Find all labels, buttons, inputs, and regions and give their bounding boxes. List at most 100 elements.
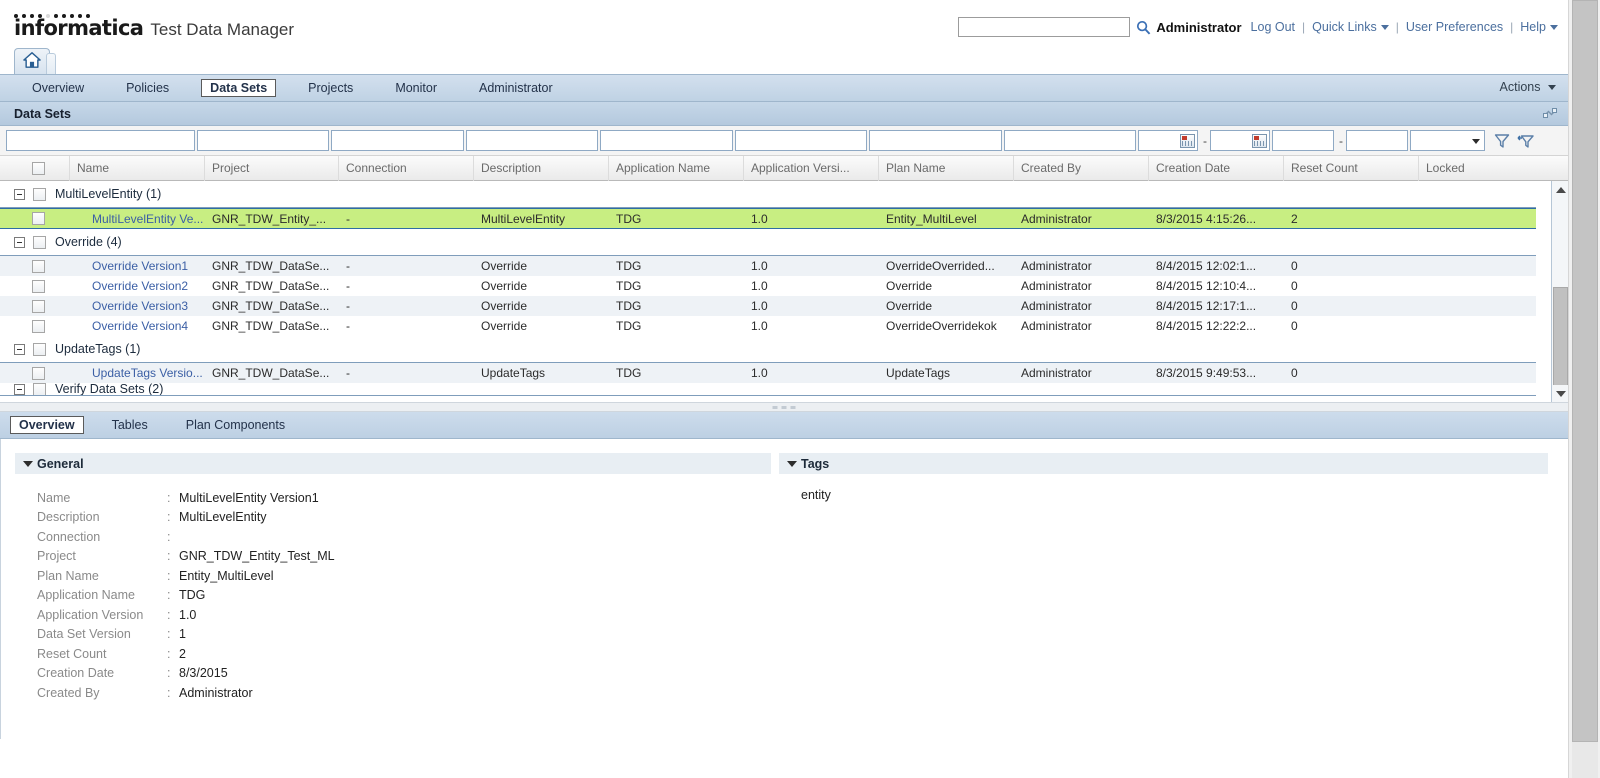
grid-vertical-scrollbar[interactable]	[1551, 181, 1568, 402]
nav-item-overview[interactable]: Overview	[22, 79, 94, 97]
group-checkbox[interactable]	[33, 342, 46, 356]
tab-overview[interactable]: Overview	[10, 416, 84, 434]
apply-filter-button[interactable]	[1491, 130, 1513, 152]
actions-menu[interactable]: Actions	[1500, 80, 1556, 94]
user-preferences-link[interactable]: User Preferences	[1406, 20, 1503, 34]
row-checkbox[interactable]	[32, 279, 45, 293]
filter-reset-count-from[interactable]	[1272, 130, 1334, 151]
data-set-link[interactable]: MultiLevelEntity Ve...	[92, 212, 203, 226]
tab-plan-components[interactable]: Plan Components	[176, 416, 295, 434]
filter-date-from[interactable]	[1138, 130, 1198, 151]
grid-group-row[interactable]: UpdateTags (1)	[0, 336, 1536, 363]
grid-group-row[interactable]: Override (4)	[0, 229, 1536, 256]
group-checkbox[interactable]	[33, 235, 46, 249]
home-tab[interactable]	[14, 48, 50, 74]
splitter-handle[interactable]	[772, 406, 796, 409]
column-header-plan_name[interactable]: Plan Name	[879, 155, 1014, 181]
tags-section-header[interactable]: Tags	[779, 453, 1548, 474]
column-header-description[interactable]: Description	[474, 155, 609, 181]
filter-date-to[interactable]	[1210, 130, 1270, 151]
nav-item-administrator[interactable]: Administrator	[469, 79, 563, 97]
table-row[interactable]: Override Version4 GNR_TDW_DataSe... - Overr…	[0, 316, 1536, 336]
data-set-link[interactable]: Override Version4	[92, 319, 188, 333]
table-row[interactable]: Override Version3 GNR_TDW_DataSe... - Overr…	[0, 296, 1536, 316]
refresh-links-icon[interactable]	[1542, 106, 1558, 125]
row-checkbox[interactable]	[32, 212, 45, 225]
row-checkbox[interactable]	[32, 299, 45, 313]
nav-item-monitor[interactable]: Monitor	[385, 79, 447, 97]
row-checkbox-cell[interactable]	[0, 259, 70, 273]
panel-splitter[interactable]	[0, 402, 1568, 412]
row-checkbox-cell[interactable]	[0, 212, 70, 225]
collapse-group-icon[interactable]	[14, 343, 25, 355]
calendar-icon[interactable]	[1180, 133, 1195, 148]
cell-app_version: 1.0	[751, 211, 768, 226]
column-header-app_version[interactable]: Application Versi...	[744, 155, 879, 181]
filter-reset-count-to[interactable]	[1346, 130, 1408, 151]
row-checkbox-cell[interactable]	[0, 299, 70, 313]
help-menu[interactable]: Help	[1520, 20, 1546, 34]
chevron-down-icon[interactable]	[1550, 24, 1558, 30]
general-section-header[interactable]: General	[15, 453, 771, 474]
collapse-group-icon[interactable]	[14, 383, 25, 395]
clear-filter-button[interactable]	[1515, 130, 1537, 152]
table-row[interactable]: UpdateTags Versio... GNR_TDW_DataSe... - Up…	[0, 363, 1536, 383]
column-header-check[interactable]	[0, 155, 70, 181]
page-scrollbar-thumb[interactable]	[1572, 0, 1598, 742]
column-header-project[interactable]: Project	[205, 155, 339, 181]
row-checkbox-cell[interactable]	[0, 319, 70, 333]
page-vertical-scrollbar[interactable]	[1568, 0, 1600, 778]
filter-app-version-input[interactable]	[735, 130, 867, 151]
row-checkbox[interactable]	[32, 259, 45, 273]
data-set-link[interactable]: UpdateTags Versio...	[92, 366, 203, 380]
chevron-down-icon[interactable]	[1380, 24, 1389, 30]
filter-plan-name-input[interactable]	[869, 130, 1002, 151]
filter-app-name-input[interactable]	[600, 130, 733, 151]
grid-group-row[interactable]: Verify Data Sets (2)	[0, 383, 1536, 396]
nav-item-policies[interactable]: Policies	[116, 79, 179, 97]
row-checkbox-cell[interactable]	[0, 279, 70, 293]
search-icon[interactable]	[1136, 20, 1151, 35]
filter-connection-input[interactable]	[331, 130, 464, 151]
table-row[interactable]: Override Version2 GNR_TDW_DataSe... - Overr…	[0, 276, 1536, 296]
nav-item-data-sets[interactable]: Data Sets	[201, 79, 277, 97]
filter-locked-select[interactable]	[1410, 130, 1485, 151]
collapse-group-icon[interactable]	[14, 188, 25, 200]
row-checkbox-cell[interactable]	[0, 366, 70, 380]
cell-project: GNR_TDW_DataSe...	[212, 299, 330, 313]
scroll-up-button[interactable]	[1552, 181, 1568, 198]
data-set-link[interactable]: Override Version2	[92, 279, 188, 293]
column-header-created_by[interactable]: Created By	[1014, 155, 1149, 181]
scroll-down-button[interactable]	[1552, 385, 1568, 402]
filter-project-input[interactable]	[197, 130, 329, 151]
secondary-tab-stub[interactable]	[46, 53, 56, 74]
grid-group-row[interactable]: MultiLevelEntity (1)	[0, 181, 1536, 208]
quick-links-menu[interactable]: Quick Links	[1312, 20, 1377, 34]
scrollbar-thumb[interactable]	[1553, 287, 1568, 397]
filter-created-by-input[interactable]	[1004, 130, 1136, 151]
filter-description-input[interactable]	[466, 130, 598, 151]
select-all-checkbox[interactable]	[31, 161, 45, 175]
calendar-icon[interactable]	[1252, 133, 1267, 148]
group-checkbox[interactable]	[33, 383, 46, 395]
row-checkbox[interactable]	[32, 319, 45, 333]
table-row[interactable]: MultiLevelEntity Ve... GNR_TDW_Entity_...…	[0, 208, 1536, 229]
data-set-link[interactable]: Override Version3	[92, 299, 188, 313]
logout-link[interactable]: Log Out	[1251, 20, 1295, 34]
column-header-reset_count[interactable]: Reset Count	[1284, 155, 1419, 181]
group-checkbox[interactable]	[33, 187, 46, 201]
column-header-name[interactable]: Name	[70, 155, 205, 181]
search-input[interactable]	[958, 17, 1131, 37]
column-header-connection[interactable]: Connection	[339, 155, 474, 181]
column-header-creation_date[interactable]: Creation Date	[1149, 155, 1284, 181]
column-header-locked[interactable]: Locked	[1419, 156, 1554, 181]
row-checkbox[interactable]	[32, 366, 45, 380]
table-row[interactable]: Override Version1 GNR_TDW_DataSe... - Overr…	[0, 256, 1536, 276]
filter-name-input[interactable]	[6, 130, 195, 151]
data-set-link[interactable]: Override Version1	[92, 259, 188, 273]
nav-item-projects[interactable]: Projects	[298, 79, 363, 97]
column-header-app_name[interactable]: Application Name	[609, 155, 744, 181]
tab-tables[interactable]: Tables	[102, 416, 158, 434]
collapse-group-icon[interactable]	[14, 236, 25, 248]
cell-created_by: Administrator	[1021, 279, 1092, 293]
